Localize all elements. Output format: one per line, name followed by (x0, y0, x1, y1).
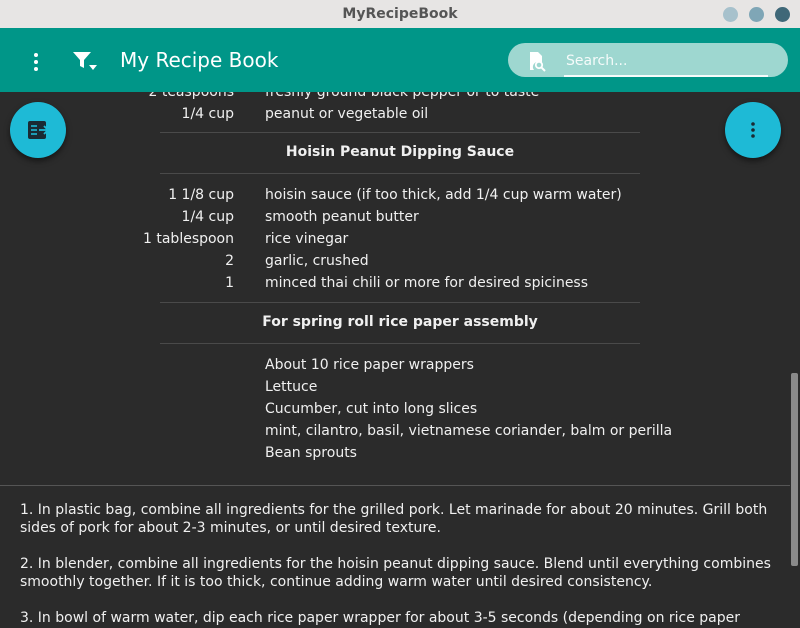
ingredient-desc: Bean sprouts (265, 445, 357, 461)
ingredient-row: 1 minced thai chili or more for desired … (0, 275, 790, 297)
filter-dropdown-icon[interactable] (70, 47, 100, 77)
ingredient-row: Lettuce (0, 379, 790, 401)
section-title: For spring roll rice paper assembly (262, 314, 538, 330)
exit-to-app-icon (27, 119, 50, 145)
ingredient-desc: freshly ground black pepper or to taste (265, 92, 540, 100)
recipe-options-button[interactable] (725, 102, 781, 158)
more-vertical-icon[interactable] (24, 50, 48, 74)
ingredient-desc: hoisin sauce (if too thick, add 1/4 cup … (265, 187, 622, 203)
ingredient-row: About 10 rice paper wrappers (0, 357, 790, 379)
ingredient-qty: 2 teaspoons (148, 92, 234, 100)
ingredient-qty: 1 (225, 275, 234, 291)
ingredient-row: 2 teaspoons freshly ground black pepper … (0, 92, 790, 106)
more-vertical-icon (743, 120, 763, 144)
ingredient-desc: Cucumber, cut into long slices (265, 401, 478, 417)
direction-step: 3. In bowl of warm water, dip each rice … (20, 610, 741, 626)
vertical-scrollbar[interactable] (791, 373, 798, 566)
search-underline (564, 75, 768, 77)
window-titlebar: MyRecipeBook (0, 0, 800, 29)
section-title: Hoisin Peanut Dipping Sauce (285, 144, 515, 160)
ingredient-row: 1/4 cup smooth peanut butter (0, 209, 790, 231)
ingredient-row: mint, cilantro, basil, vietnamese corian… (0, 423, 790, 445)
ingredient-row: 1 tablespoon rice vinegar (0, 231, 790, 253)
search-box[interactable] (508, 43, 788, 77)
ingredient-desc: garlic, crushed (265, 253, 369, 269)
ingredient-desc: About 10 rice paper wrappers (265, 357, 474, 373)
ingredient-qty: 1 1/8 cup (168, 187, 234, 203)
ingredient-row: 2 garlic, crushed (0, 253, 790, 275)
close-icon[interactable] (775, 7, 790, 22)
ingredient-desc: mint, cilantro, basil, vietnamese corian… (265, 423, 673, 439)
search-input[interactable] (564, 50, 768, 72)
ingredient-qty: 1/4 cup (181, 209, 234, 225)
direction-step: 1. In plastic bag, combine all ingredien… (20, 502, 768, 536)
ingredient-desc: smooth peanut butter (265, 209, 419, 225)
section-divider (160, 302, 640, 303)
section-divider (160, 132, 640, 133)
ingredient-desc: Lettuce (265, 379, 318, 395)
section-divider (160, 173, 640, 174)
ingredient-desc: rice vinegar (265, 231, 349, 247)
ingredient-desc: peanut or vegetable oil (265, 106, 429, 122)
window-title: MyRecipeBook (342, 6, 458, 22)
app-toolbar: My Recipe Book (0, 28, 800, 92)
exit-recipe-button[interactable] (10, 102, 66, 158)
directions-divider (0, 485, 790, 486)
search-document-icon (526, 50, 548, 72)
recipe-content[interactable]: 2 teaspoons freshly ground black pepper … (0, 92, 790, 628)
direction-step: 2. In blender, combine all ingredients f… (20, 556, 771, 590)
ingredient-desc: minced thai chili or more for desired sp… (265, 275, 589, 291)
minimize-icon[interactable] (723, 7, 738, 22)
ingredient-row: Bean sprouts (0, 445, 790, 467)
ingredient-qty: 1 tablespoon (143, 231, 234, 247)
ingredient-row: 1 1/8 cup hoisin sauce (if too thick, ad… (0, 187, 790, 209)
ingredient-qty: 1/4 cup (181, 106, 234, 122)
ingredient-qty: 2 (225, 253, 234, 269)
section-divider (160, 343, 640, 344)
ingredient-row: Cucumber, cut into long slices (0, 401, 790, 423)
ingredient-row: 1/4 cup peanut or vegetable oil (0, 106, 790, 128)
page-title: My Recipe Book (120, 48, 279, 72)
maximize-icon[interactable] (749, 7, 764, 22)
